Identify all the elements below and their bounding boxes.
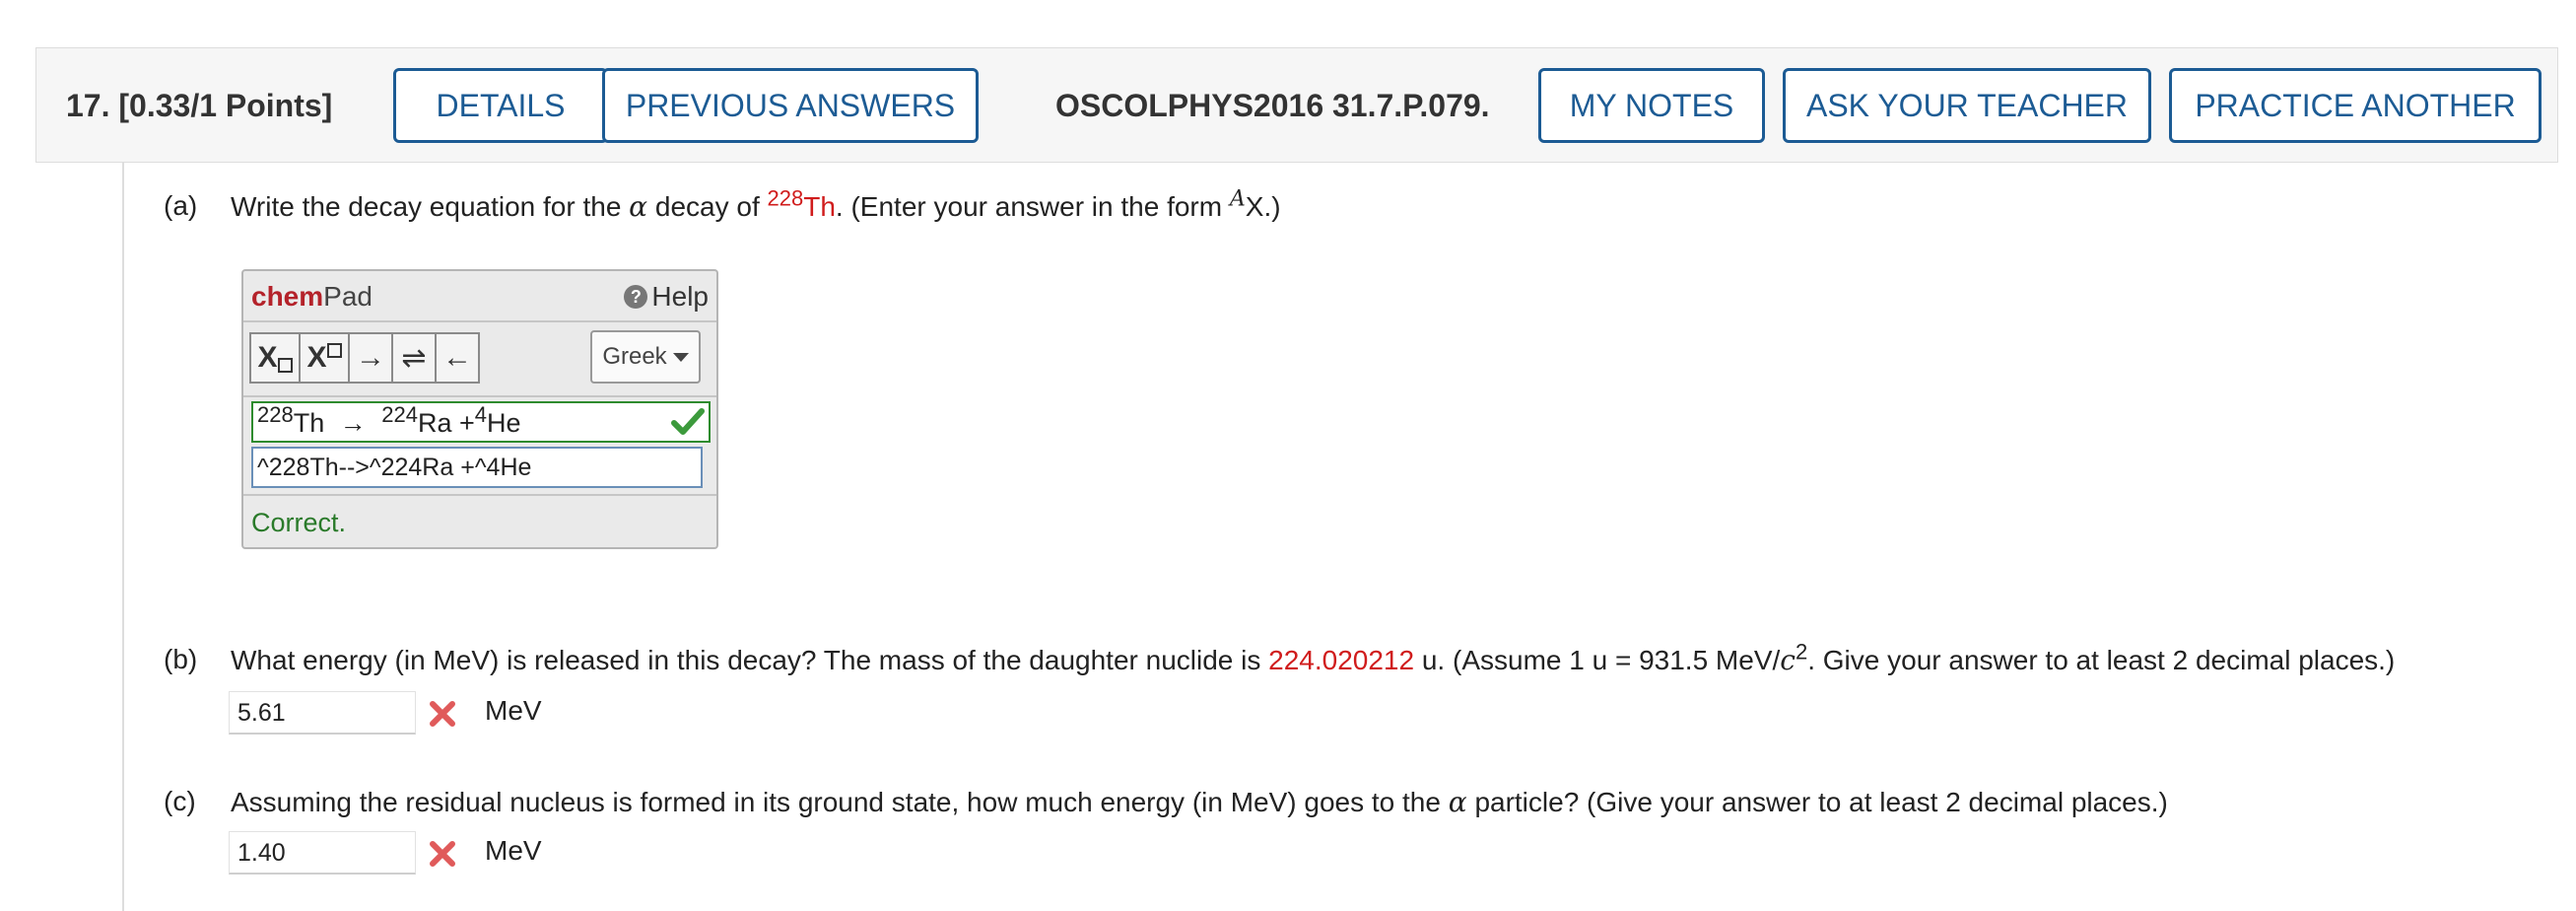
chevron-down-icon xyxy=(672,352,689,362)
divider xyxy=(243,395,716,397)
question-number-points: 17. [0.33/1 Points] xyxy=(66,88,332,124)
part-c-answer-input[interactable]: 1.40 xyxy=(229,831,416,875)
part-a-text: Write the decay equation for the α decay… xyxy=(231,185,1281,223)
equilibrium-arrow-button[interactable]: ⇌ xyxy=(391,332,437,384)
correct-check-icon xyxy=(671,408,705,435)
chempad-widget: chemPad ? Help X X → ⇌ ← Greek 228Th → 2… xyxy=(241,269,718,549)
practice-another-button[interactable]: PRACTICE ANOTHER xyxy=(2169,68,2542,143)
points-score: [0.33/1 Points] xyxy=(118,88,333,123)
question-header: 17. [0.33/1 Points] DETAILS PREVIOUS ANS… xyxy=(35,47,2558,163)
incorrect-x-icon xyxy=(430,841,455,867)
form-symbol: X xyxy=(1245,191,1264,222)
superscript-button[interactable]: X xyxy=(299,332,350,384)
incorrect-x-icon xyxy=(430,701,455,727)
daughter-mass: 224.020212 xyxy=(1268,645,1415,675)
part-b-label: (b) xyxy=(164,644,198,674)
part-b-text: What energy (in MeV) is released in this… xyxy=(231,639,2396,676)
alpha-symbol: α xyxy=(629,190,648,223)
answer-status: Correct. xyxy=(251,508,347,537)
part-c-label: (c) xyxy=(164,786,196,816)
help-icon: ? xyxy=(624,285,648,309)
part-b-unit: MeV xyxy=(485,695,542,726)
question-code: OSCOLPHYS2016 31.7.P.079. xyxy=(1055,88,1490,123)
details-button[interactable]: DETAILS xyxy=(393,68,608,143)
form-superscript: A xyxy=(1229,186,1246,212)
part-c-unit: MeV xyxy=(485,835,542,866)
arrow-left-button[interactable]: ← xyxy=(435,332,480,384)
part-c-text: Assuming the residual nucleus is formed … xyxy=(231,786,2168,818)
question-body: (a) Write the decay equation for the α d… xyxy=(122,163,2576,911)
divider xyxy=(243,494,716,496)
my-notes-button[interactable]: MY NOTES xyxy=(1538,68,1765,143)
question-number: 17. xyxy=(66,88,110,123)
arrow-right-button[interactable]: → xyxy=(348,332,393,384)
nuclide-228th: 228Th xyxy=(767,185,836,222)
part-b-answer-input[interactable]: 5.61 xyxy=(229,691,416,735)
subscript-button[interactable]: X xyxy=(249,332,301,384)
part-a-label: (a) xyxy=(164,190,198,221)
greek-dropdown[interactable]: Greek xyxy=(590,330,701,384)
alpha-symbol: α xyxy=(1448,786,1467,818)
help-link[interactable]: ? Help xyxy=(624,281,709,313)
previous-answers-button[interactable]: PREVIOUS ANSWERS xyxy=(602,68,979,143)
chempad-text-input[interactable]: ^228Th-->^224Ra +^4He xyxy=(251,447,703,488)
divider xyxy=(243,320,716,322)
chempad-title: chemPad xyxy=(251,281,373,312)
chempad-rendered-answer: 228Th → 224Ra +4He xyxy=(251,401,711,443)
ask-your-teacher-button[interactable]: ASK YOUR TEACHER xyxy=(1783,68,2151,143)
